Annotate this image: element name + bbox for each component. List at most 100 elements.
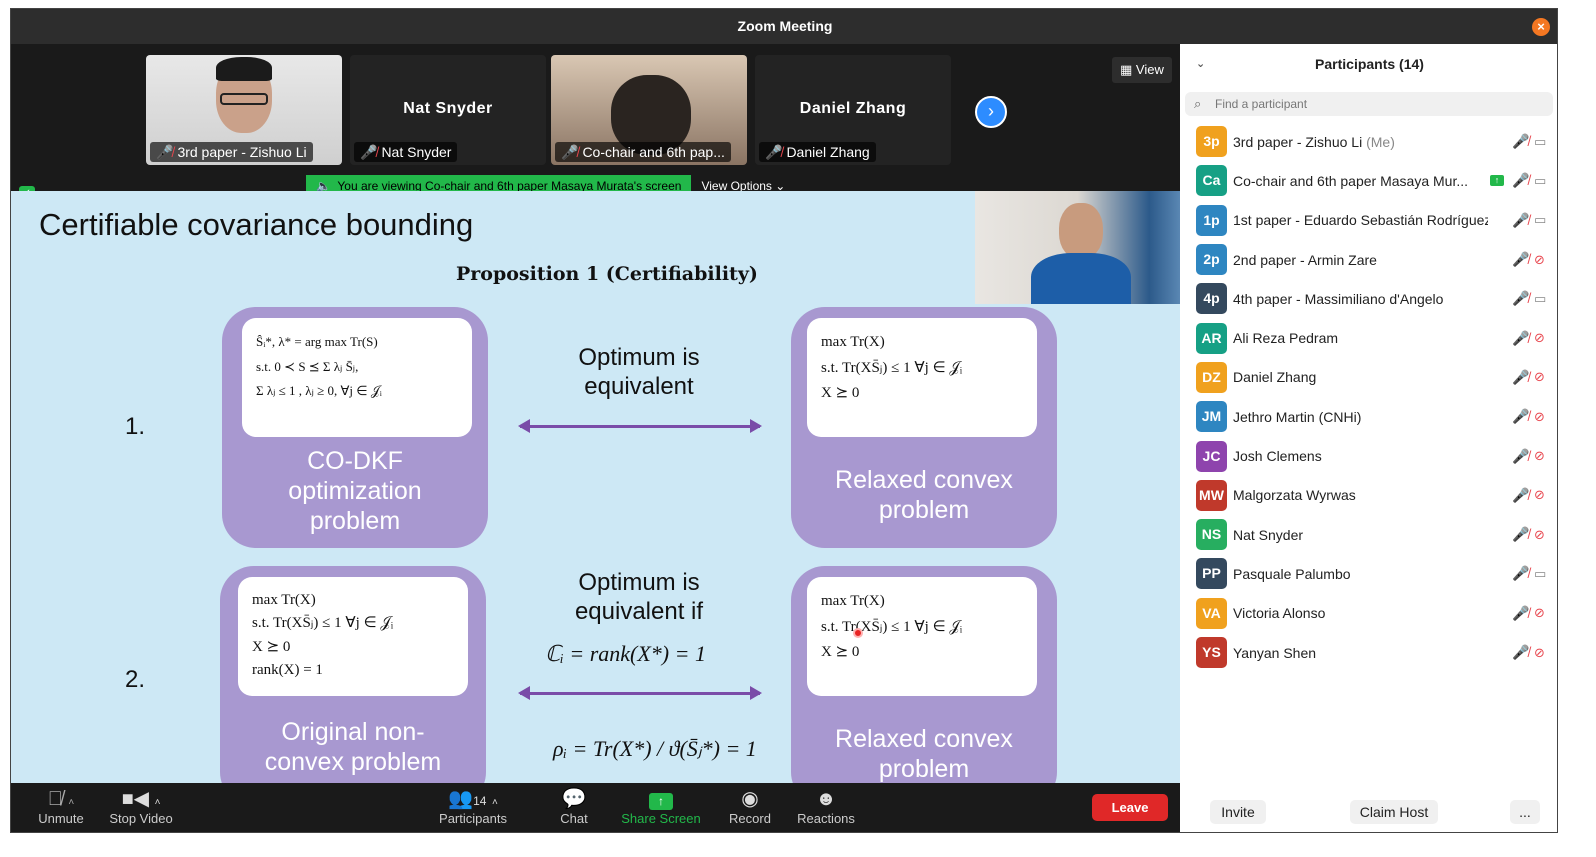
participant-name: Ali Reza Pedram (1233, 330, 1339, 347)
participant-row[interactable]: PP Pasquale Palumbo 🎤̸ ▭ (1180, 554, 1557, 593)
rank-condition: ℂᵢ = rank(X*) = 1 (545, 641, 706, 666)
equivalence-text: Optimum is equivalent (578, 344, 700, 400)
participant-name: Daniel Zhang (1233, 369, 1317, 386)
participant-name: 4th paper - Massimiliano d'Angelo (1233, 290, 1444, 307)
mic-muted-icon: 🎤̸ (360, 144, 378, 160)
participant-name: 3rd paper - Zishuo Li (Me) (1233, 133, 1395, 150)
reactions-button[interactable]: ☻ Reactions (795, 787, 857, 826)
avatar: MW (1196, 479, 1227, 511)
rho-condition: ρᵢ = Tr(X*) / ϑ(S̄ⱼ*) = 1 (553, 736, 757, 761)
smiley-icon: ☻ (815, 788, 837, 810)
mic-muted-icon[interactable]: 🎤̸ (1512, 290, 1529, 307)
next-page-chevron-icon[interactable]: › (975, 96, 1007, 128)
video-off-icon[interactable]: ⊘ (1534, 645, 1545, 661)
record-button[interactable]: ◉ Record (727, 787, 773, 826)
video-off-icon[interactable]: ⊘ (1534, 330, 1545, 346)
row-number: 2. (125, 666, 146, 693)
window-title: Zoom Meeting (737, 18, 833, 34)
box-caption: Original non-convex problem (264, 718, 442, 776)
video-off-icon[interactable]: ⊘ (1534, 487, 1545, 503)
participant-row[interactable]: Ca Co-chair and 6th paper Masaya Mur... ↑… (1180, 161, 1557, 200)
mic-muted-icon[interactable]: 🎤̸ (1512, 133, 1529, 150)
avatar: PP (1196, 558, 1227, 590)
avatar: VA (1196, 597, 1227, 629)
chevron-down-icon[interactable]: ⌄ (1196, 44, 1205, 84)
participant-list: 3p 3rd paper - Zishuo Li (Me) 🎤̸ ▭ Ca Co-chai… (1180, 122, 1557, 672)
mic-muted-icon[interactable]: 🎤̸ (1512, 605, 1529, 622)
grid-icon: ▦ (1120, 62, 1133, 77)
mic-muted-icon[interactable]: 🎤̸ (1512, 251, 1529, 268)
invite-button[interactable]: Invite (1210, 800, 1266, 824)
participant-name: 2nd paper - Armin Zare (1233, 251, 1377, 268)
video-thumbnail[interactable]: 🎤̸ 3rd paper - Zishuo Li (146, 55, 342, 165)
participant-row[interactable]: YS Yanyan Shen 🎤̸ ⊘ (1180, 633, 1557, 672)
leave-button[interactable]: Leave (1092, 794, 1168, 821)
participants-button[interactable]: 👥14 ˄ Participants (435, 787, 511, 826)
video-thumbnail[interactable]: 🎤̸ Co-chair and 6th pap... (551, 55, 747, 165)
video-camera-icon: ■◀ ˄ (121, 788, 161, 810)
presenter-video[interactable] (975, 191, 1180, 304)
video-camera-icon[interactable]: ▭ (1534, 212, 1546, 228)
participant-name: 1st paper - Eduardo Sebastián Rodríguez (1233, 212, 1488, 229)
more-button[interactable]: ... (1510, 800, 1540, 824)
participant-row[interactable]: MW Malgorzata Wyrwas 🎤̸ ⊘ (1180, 476, 1557, 515)
mic-muted-icon: 🎤̸ (156, 144, 174, 160)
stop-video-button[interactable]: ■◀ ˄ Stop Video (105, 787, 177, 826)
unmute-button[interactable]: 🎙̸ ˄ Unmute (33, 787, 89, 826)
mic-muted-icon[interactable]: 🎤̸ (1512, 212, 1529, 229)
mic-muted-icon[interactable]: 🎤̸ (1512, 408, 1529, 425)
video-camera-icon[interactable]: ▭ (1534, 566, 1546, 582)
mic-muted-icon[interactable]: 🎤̸ (1512, 526, 1529, 543)
record-icon: ◉ (741, 788, 759, 810)
mic-muted-icon[interactable]: 🎤̸ (1512, 644, 1529, 661)
video-camera-icon[interactable]: ▭ (1534, 134, 1546, 150)
video-thumbnail[interactable]: Daniel Zhang 🎤̸ Daniel Zhang (755, 55, 951, 165)
claim-host-button[interactable]: Claim Host (1350, 800, 1438, 824)
double-arrow-icon (518, 419, 762, 433)
formula-box: Ŝᵢ*, λ* = arg max Tr(S) s.t. 0 ≺ S ⪯ Σ λ… (242, 318, 472, 437)
participant-row[interactable]: NS Nat Snyder 🎤̸ ⊘ (1180, 515, 1557, 554)
video-off-icon[interactable]: ⊘ (1534, 252, 1545, 268)
video-thumbnail[interactable]: Nat Snyder 🎤̸ Nat Snyder (350, 55, 546, 165)
participant-row[interactable]: 4p 4th paper - Massimiliano d'Angelo 🎤̸ ▭ (1180, 279, 1557, 318)
mic-muted-icon[interactable]: 🎤̸ (1512, 330, 1529, 347)
mic-muted-icon[interactable]: 🎤̸ (1512, 487, 1529, 504)
mic-muted-icon[interactable]: 🎤̸ (1512, 448, 1529, 465)
mic-muted-icon: 🎙̸ ˄ (47, 788, 75, 810)
thumbnail-label: 🎤̸ Co-chair and 6th pap... (555, 142, 731, 162)
participant-row[interactable]: AR Ali Reza Pedram 🎤̸ ⊘ (1180, 318, 1557, 357)
double-arrow-icon (518, 686, 762, 700)
panel-header: ⌄ Participants (14) (1180, 44, 1557, 84)
video-off-icon[interactable]: ⊘ (1534, 527, 1545, 543)
participant-row[interactable]: DZ Daniel Zhang 🎤̸ ⊘ (1180, 358, 1557, 397)
relaxed-box: max Tr(X) s.t. Tr(XS̄ⱼ) ≤ 1 ∀j ∈ 𝒥ᵢ X ⪰ … (791, 566, 1057, 783)
view-button[interactable]: ▦ View (1112, 57, 1172, 83)
close-icon[interactable]: × (1532, 18, 1550, 36)
thumbnail-name: Daniel Zhang (799, 100, 907, 117)
mic-muted-icon[interactable]: 🎤̸ (1512, 369, 1529, 386)
thumbnail-label: 🎤̸ 3rd paper - Zishuo Li (150, 142, 313, 162)
shared-slide: Certifiable covariance bounding Proposit… (11, 191, 1180, 783)
meeting-toolbar: 🎙̸ ˄ Unmute ■◀ ˄ Stop Video 👥14 ˄ Participa… (11, 783, 1180, 832)
participant-row[interactable]: JM Jethro Martin (CNHi) 🎤̸ ⊘ (1180, 397, 1557, 436)
video-camera-icon[interactable]: ▭ (1534, 173, 1546, 189)
thumbnail-label: 🎤̸ Nat Snyder (354, 142, 458, 162)
participant-row[interactable]: 3p 3rd paper - Zishuo Li (Me) 🎤̸ ▭ (1180, 122, 1557, 161)
participant-row[interactable]: JC Josh Clemens 🎤̸ ⊘ (1180, 436, 1557, 475)
video-off-icon[interactable]: ⊘ (1534, 448, 1545, 464)
video-off-icon[interactable]: ⊘ (1534, 605, 1545, 621)
participant-row[interactable]: 1p 1st paper - Eduardo Sebastián Rodrígue… (1180, 201, 1557, 240)
mic-muted-icon[interactable]: 🎤̸ (1512, 565, 1529, 582)
chat-button[interactable]: 💬 Chat (557, 787, 591, 826)
video-off-icon[interactable]: ⊘ (1534, 369, 1545, 385)
mic-muted-icon[interactable]: 🎤̸ (1512, 172, 1529, 189)
video-camera-icon[interactable]: ▭ (1534, 291, 1546, 307)
avatar: 2p (1196, 244, 1227, 276)
participant-row[interactable]: 2p 2nd paper - Armin Zare 🎤̸ ⊘ (1180, 240, 1557, 279)
participants-panel: ⌄ Participants (14) ⌕ Find a participant… (1180, 44, 1557, 832)
participant-name: Jethro Martin (CNHi) (1233, 408, 1362, 425)
video-off-icon[interactable]: ⊘ (1534, 409, 1545, 425)
participant-search-input[interactable]: ⌕ Find a participant (1185, 92, 1553, 116)
share-screen-button[interactable]: ↑ Share Screen (619, 787, 703, 826)
participant-row[interactable]: VA Victoria Alonso 🎤̸ ⊘ (1180, 594, 1557, 633)
